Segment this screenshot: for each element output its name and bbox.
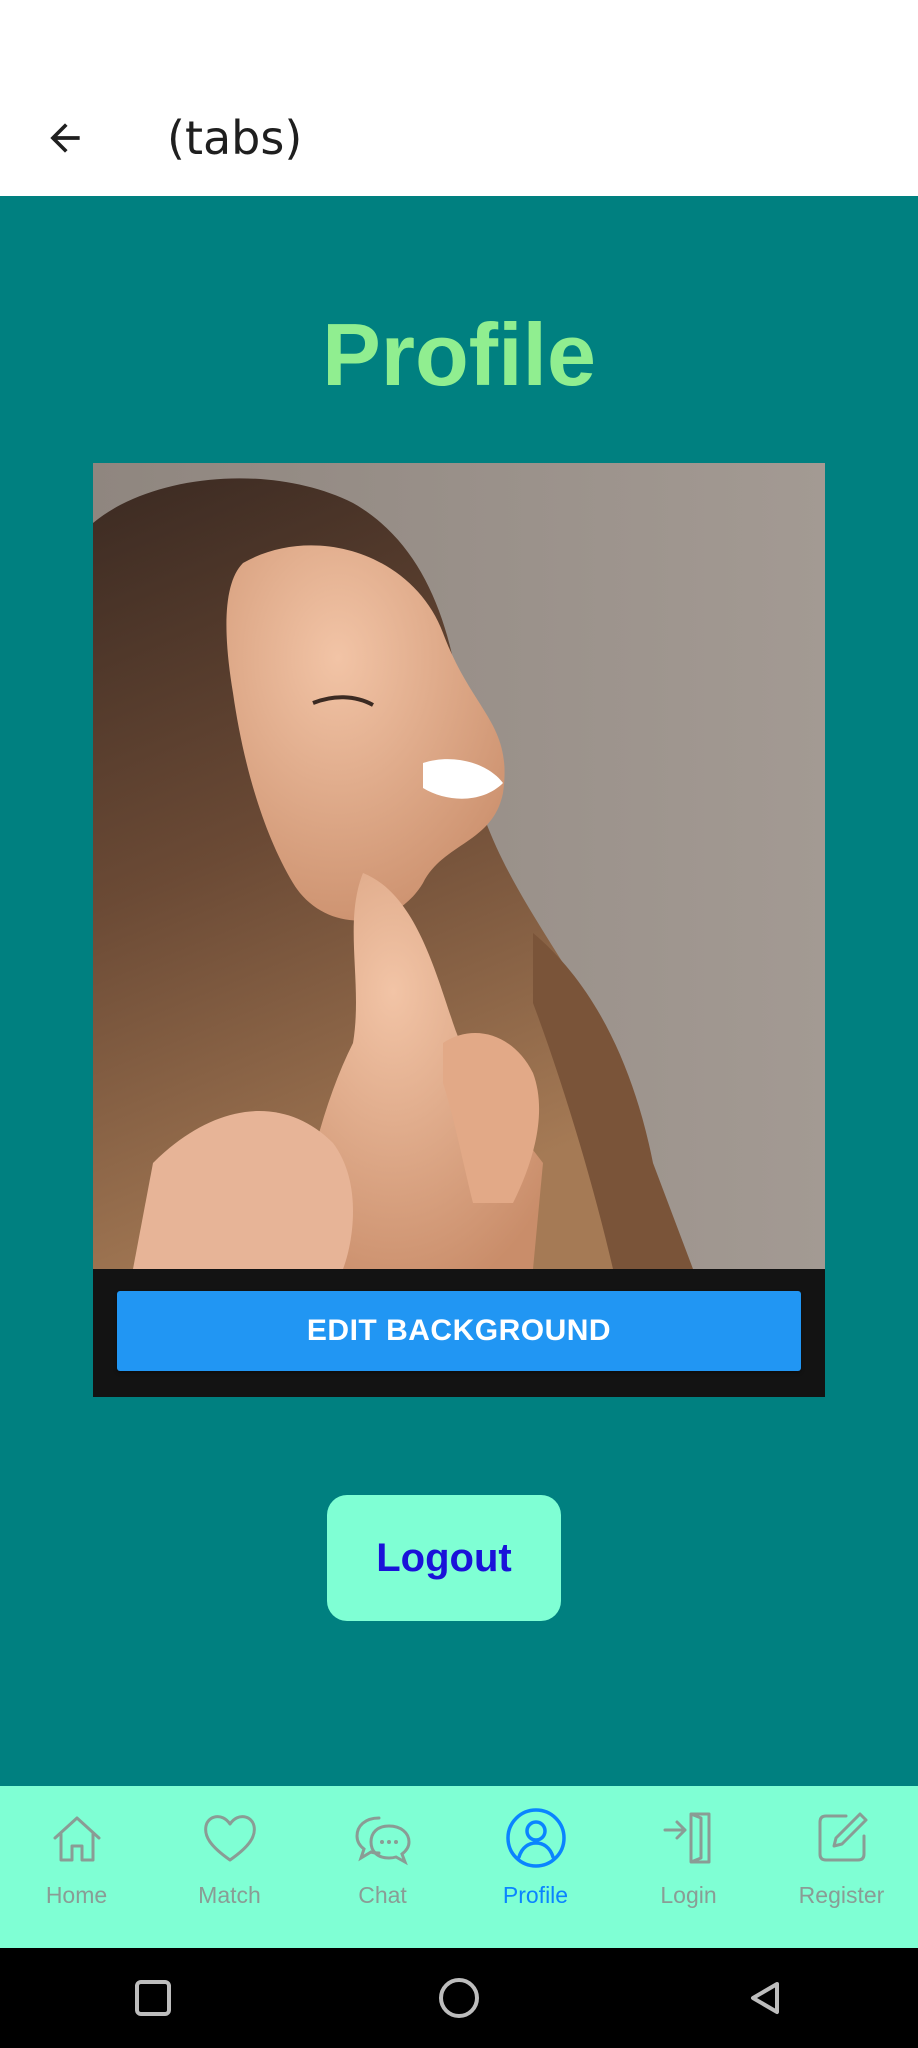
profile-screen: Profile EDIT BACKGROUND Logout: [0, 196, 918, 1786]
tab-chat[interactable]: Chat: [306, 1786, 459, 1948]
tab-profile[interactable]: Profile: [459, 1786, 612, 1948]
bottom-tab-bar: Home Match Chat Profile Login Register: [0, 1786, 918, 1948]
tab-label: Match: [198, 1882, 261, 1908]
recent-apps-button[interactable]: [113, 1958, 193, 2038]
edit-icon: [818, 1812, 867, 1862]
arrow-left-icon: [50, 123, 80, 153]
square-icon: [135, 1980, 171, 2016]
tab-match[interactable]: Match: [153, 1786, 306, 1948]
profile-photo-card: EDIT BACKGROUND: [93, 463, 825, 1397]
app-header: (tabs): [0, 80, 918, 196]
user-circle-icon: [505, 1808, 566, 1868]
edit-background-button[interactable]: EDIT BACKGROUND: [117, 1291, 801, 1371]
tab-label: Chat: [358, 1882, 407, 1908]
tab-label: Profile: [502, 1882, 569, 1908]
login-icon: [663, 1812, 710, 1864]
back-nav-button[interactable]: [725, 1958, 805, 2038]
tab-register[interactable]: Register: [765, 1786, 918, 1948]
profile-photo: [93, 463, 825, 1269]
circle-icon: [439, 1978, 479, 2018]
logout-button[interactable]: Logout: [327, 1495, 561, 1621]
system-navigation-bar: [0, 1948, 918, 2048]
chat-bubbles-icon: [354, 1816, 411, 1866]
back-button[interactable]: [33, 106, 97, 170]
header-title: (tabs): [167, 111, 303, 165]
heart-icon: [203, 1815, 256, 1862]
tab-label: Login: [660, 1882, 717, 1908]
tab-label: Register: [798, 1882, 885, 1908]
status-bar: [0, 0, 918, 80]
tab-home[interactable]: Home: [0, 1786, 153, 1948]
triangle-back-icon: [751, 1982, 779, 2014]
home-icon: [53, 1816, 100, 1862]
tab-login[interactable]: Login: [612, 1786, 765, 1948]
page-title: Profile: [322, 305, 596, 404]
home-nav-button[interactable]: [419, 1958, 499, 2038]
tab-label: Home: [45, 1882, 108, 1908]
